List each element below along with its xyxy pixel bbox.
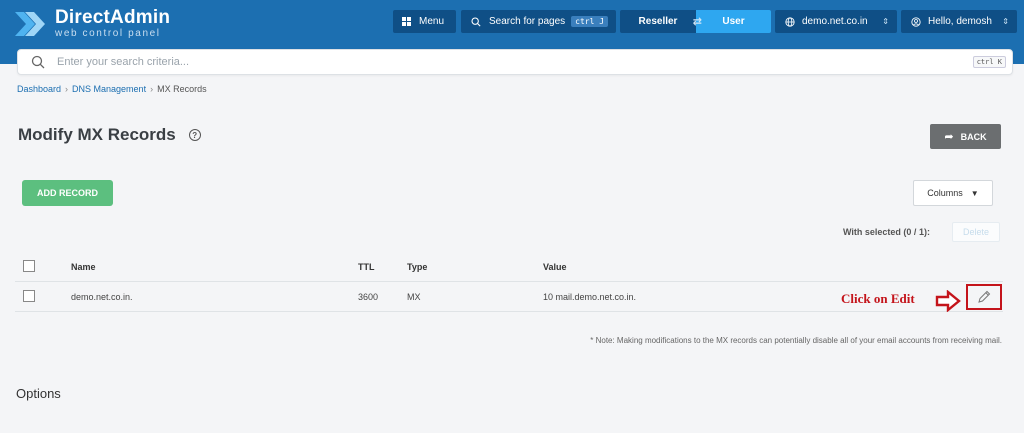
columns-dropdown[interactable]: Columns ▼ [913,180,993,206]
logo[interactable]: DirectAdmin web control panel [13,8,170,39]
record-name: demo.net.co.in. [71,291,133,302]
share-arrow-icon: ➦ [944,131,954,143]
search-pages-button[interactable]: Search for pages ctrl J [461,10,616,33]
mx-warning-note: * Note: Making modifications to the MX r… [590,336,1002,345]
reseller-label: Reseller [638,16,678,27]
app-subtitle: web control panel [55,28,161,39]
swap-arrows-icon: ⇄ [692,16,702,28]
globe-icon [785,16,795,27]
search-pages-shortcut: ctrl J [571,16,609,27]
edit-record-button[interactable] [966,284,1002,310]
table-header-row: Name TTL Type Value [15,252,1003,282]
record-value: 10 mail.demo.net.co.in. [543,291,637,302]
column-header-type[interactable]: Type [407,262,427,272]
breadcrumb-dns-management[interactable]: DNS Management [72,84,146,94]
breadcrumb-dashboard[interactable]: Dashboard [17,84,61,94]
user-toggle-option[interactable]: User [696,10,771,33]
updown-caret-icon: ⇕ [882,17,889,26]
columns-label: Columns [927,188,963,198]
hello-label: Hello, demosh [928,16,992,27]
app-name: DirectAdmin [55,7,171,28]
search-icon [31,55,45,69]
delete-button[interactable]: Delete [952,222,1000,242]
search-pages-label: Search for pages [489,16,566,27]
back-button[interactable]: ➦ BACK [930,124,1001,149]
back-label: BACK [960,131,987,142]
reseller-user-toggle[interactable]: Reseller ⇄ User [620,10,771,33]
delete-label: Delete [962,227,989,237]
user-menu-button[interactable]: Hello, demosh ⇕ [901,10,1017,33]
menu-label: Menu [419,16,445,27]
breadcrumb-separator: › [150,84,154,94]
add-record-label: ADD RECORD [36,188,98,198]
column-header-ttl[interactable]: TTL [358,262,375,272]
search-input[interactable]: Enter your search criteria... [57,56,189,68]
options-heading: Options [16,386,61,401]
click-on-edit-annotation: Click on Edit [841,291,915,306]
page-title-wrap: Modify MX Records ? [18,125,201,145]
with-selected-label: With selected (0 / 1): [843,227,930,237]
grid-icon [402,17,411,26]
global-search-bar[interactable]: Enter your search criteria... ctrl K [17,49,1013,75]
search-icon [471,16,481,27]
right-arrow-annotation-icon [935,290,961,312]
caret-down-icon: ▼ [970,188,979,198]
column-header-value[interactable]: Value [543,262,567,272]
column-header-name[interactable]: Name [71,262,96,272]
record-ttl: 3600 [358,291,379,302]
updown-caret-icon: ⇕ [1002,17,1009,26]
add-record-button[interactable]: ADD RECORD [22,180,113,206]
reseller-toggle-option[interactable]: Reseller ⇄ [620,10,702,33]
menu-button[interactable]: Menu [393,10,456,33]
search-shortcut: ctrl K [972,56,1006,68]
row-checkbox[interactable] [23,290,35,302]
domain-selector[interactable]: demo.net.co.in ⇕ [775,10,897,33]
pencil-icon [978,290,991,303]
breadcrumb-current: MX Records [157,84,207,94]
breadcrumb-separator: › [65,84,69,94]
breadcrumb: Dashboard › DNS Management › MX Records [17,84,207,94]
user-label: User [722,16,745,27]
directadmin-logo-icon [13,9,47,39]
page-title: Modify MX Records [18,125,176,144]
help-circle-icon[interactable]: ? [188,129,201,141]
record-type: MX [407,291,421,302]
domain-label: demo.net.co.in [802,16,868,27]
user-circle-icon [911,16,921,27]
select-all-checkbox[interactable] [23,260,35,272]
